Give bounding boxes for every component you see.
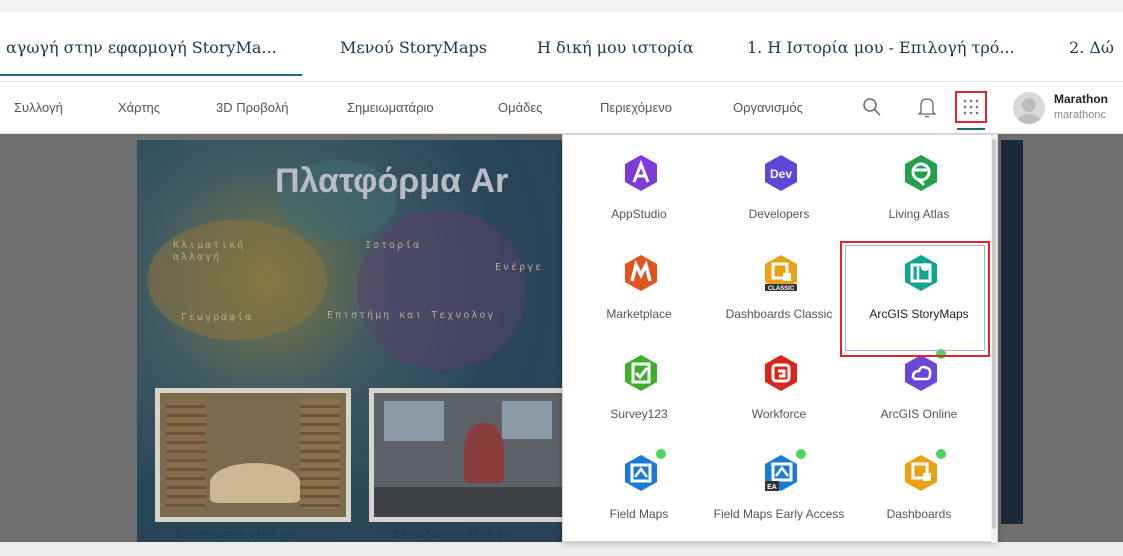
app-label: ArcGIS Online [880,407,958,421]
app-label: Field Maps [609,507,669,521]
app-label: Developers [748,207,810,221]
browser-top-strip [0,0,1123,12]
living-atlas-icon [905,155,937,191]
doc-tab-menu[interactable]: Μενού StoryMaps [340,38,487,57]
hero-banner: Πλατφόρμα Ar Κλιματική αλλαγή Ιστορία Εν… [137,140,567,542]
field-maps-icon [625,455,657,491]
active-indicator [957,128,985,130]
new-indicator-badge [934,447,948,461]
highlight-box [840,241,990,357]
marketplace-icon [625,255,657,291]
nav-item-content[interactable]: Περιεχόμενο [600,100,672,115]
app-field-maps[interactable]: Field Maps [569,435,709,535]
app-label: Workforce [751,407,807,421]
app-appstudio[interactable]: AppStudio [569,135,709,235]
doc-tab-next[interactable]: 2. Δώ [1069,38,1114,57]
doc-tab-choice[interactable]: 1. Η Ιστορία μου - Επιλογή τρό... [747,38,1015,57]
app-launcher-button[interactable] [955,91,987,130]
new-indicator-badge [654,447,668,461]
app-label: AppStudio [611,207,667,221]
portal-nav-bar: Συλλογή Χάρτης 3D Προβολή Σημειωματάριο … [0,82,1123,134]
doc-tab-intro[interactable]: αγωγή στην εφαρμογή StoryMa... [6,38,277,57]
app-label: Field Maps Early Access [713,507,845,521]
app-living-atlas[interactable]: Living Atlas [849,135,989,235]
decor-blob [357,210,527,370]
nav-item-map[interactable]: Χάρτης [118,100,160,115]
hero-keyword: Ιστορία [365,240,422,251]
active-tab-indicator [0,74,302,76]
svg-text:Dev: Dev [770,167,792,181]
app-workforce[interactable]: Workforce [709,335,849,435]
user-name[interactable]: Marathon [1054,92,1108,106]
classroom-screen-image [502,401,552,439]
hero-keyword: Επιστήμη και Τεχνολογ [327,310,496,321]
nav-item-groups[interactable]: Ομάδες [498,100,542,115]
hero-keyword: Γεωγραφία [181,312,254,323]
hero-keyword: αλλαγή [173,252,222,263]
scrollbar[interactable] [991,135,997,543]
user-login: marathonc [1054,109,1106,121]
nav-item-scene[interactable]: 3D Προβολή [216,100,288,115]
open-book-image [210,463,300,503]
app-developers[interactable]: Dev Developers [709,135,849,235]
side-banner [1001,140,1023,524]
app-label: Marketplace [606,307,672,321]
app-label: Survey123 [610,407,668,421]
avatar[interactable] [1013,92,1045,124]
new-indicator-badge [794,447,808,461]
app-dashboards-classic[interactable]: CLASSIC Dashboards Classic [709,235,849,335]
field-maps-ea-icon: EA [765,455,797,491]
developers-icon: Dev [765,155,797,191]
bell-icon[interactable] [916,95,938,119]
hero-keyword: Κλιματική [173,240,246,251]
app-label: Dashboards [886,507,952,521]
app-label: Living Atlas [888,207,950,221]
books-image [300,399,340,509]
app-marketplace[interactable]: Marketplace [569,235,709,335]
dashboards-icon [905,455,937,491]
app-launcher-panel: AppStudio Dev Developers Living Atlas Ma… [562,134,998,543]
student-image [464,423,504,483]
nav-item-organization[interactable]: Οργανισμός [733,100,803,115]
appstudio-icon [625,155,657,191]
books-image [166,399,206,509]
nav-item-gallery[interactable]: Συλλογή [14,100,63,115]
grid-icon [963,99,979,115]
desk-image [374,487,562,517]
workforce-icon [765,355,797,391]
dashboards-classic-icon: CLASSIC [765,255,797,292]
scrollbar-thumb[interactable] [992,139,996,529]
app-survey123[interactable]: Survey123 [569,335,709,435]
arcgis-online-icon [905,355,937,391]
course-card-image[interactable] [155,388,351,522]
survey123-icon [625,355,657,391]
hero-keyword: Ενέργε [495,262,544,273]
doc-tab-my-story[interactable]: Η δική μου ιστορία [537,38,694,57]
svg-text:CLASSIC: CLASSIC [768,286,795,292]
app-dashboards[interactable]: Dashboards [849,435,989,535]
document-tab-bar: αγωγή στην εφαρμογή StoryMa... Μενού Sto… [0,12,1123,82]
course-card-image[interactable] [369,388,567,522]
course-card-caption[interactable]: Εκπαιδευτικό υλικό για [176,528,296,540]
course-card-caption[interactable]: Εκπαιδευτικό υλικό για [393,528,513,540]
nav-item-notebook[interactable]: Σημειωματάριο [347,100,434,115]
bottom-bar [0,542,1123,556]
app-field-maps-early-access[interactable]: EA Field Maps Early Access [709,435,849,535]
app-label: Dashboards Classic [725,307,833,321]
classroom-screen-image [384,401,444,441]
search-icon[interactable] [861,96,883,118]
hero-title: Πλατφόρμα Ar [275,162,509,200]
svg-text:EA: EA [767,484,777,491]
